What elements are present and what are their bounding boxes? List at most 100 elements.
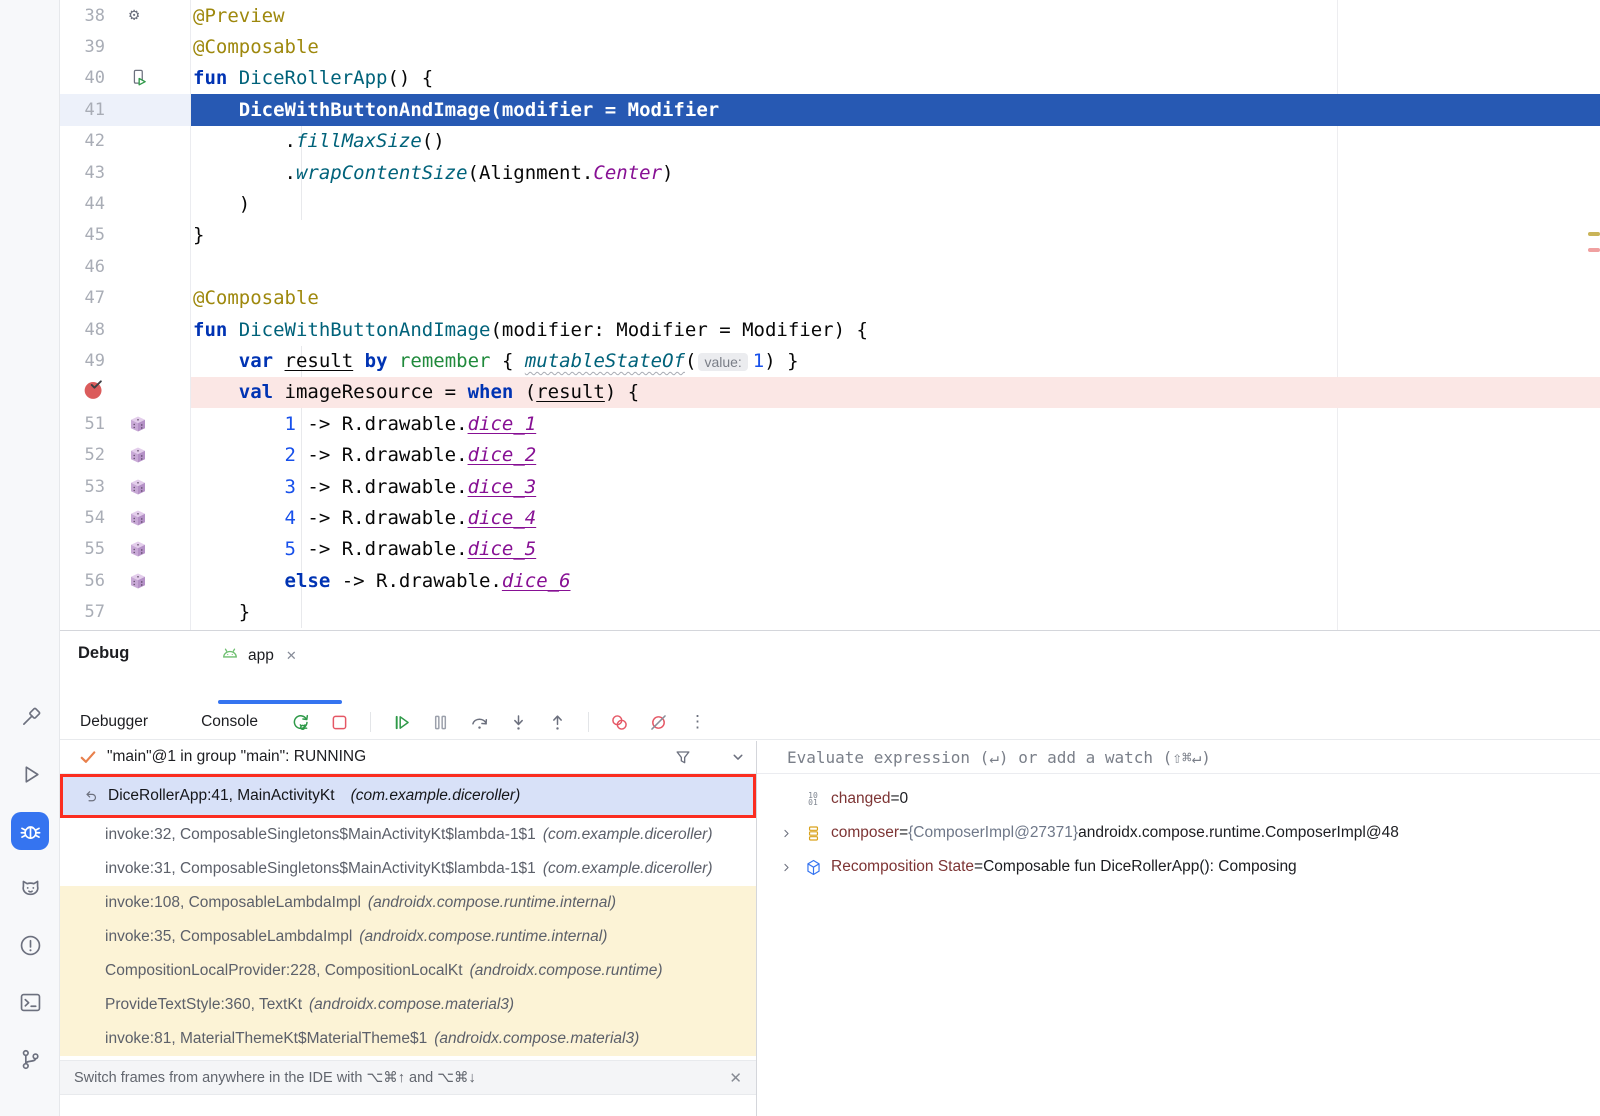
frame-label: DiceRollerApp:41, MainActivityKt [108,787,335,805]
code-text: @Preview [190,5,285,27]
view-breakpoints-icon[interactable] [609,712,630,733]
stack-frame[interactable]: invoke:31, ComposableSingletons$MainActi… [60,852,756,886]
stack-frame[interactable]: invoke:35, ComposableLambdaImpl(androidx… [60,920,756,954]
rerun-icon[interactable] [290,712,311,733]
thread-selector[interactable]: "main"@1 in group "main": RUNNING [60,741,756,774]
thread-status-text: "main"@1 in group "main": RUNNING [107,748,366,766]
code-line-43[interactable]: 43 .wrapContentSize(Alignment.Center) [60,157,1600,188]
step-into-icon[interactable] [508,712,529,733]
line-number[interactable]: 39 [60,37,105,57]
code-line-48[interactable]: 48fun DiceWithButtonAndImage(modifier: M… [60,314,1600,345]
dice-icon[interactable] [105,572,190,590]
stack-frame[interactable]: invoke:108, ComposableLambdaImpl(android… [60,886,756,920]
evaluate-expression-input[interactable]: Evaluate expression (↵) or add a watch (… [757,741,1600,774]
sidebar-item-debug[interactable] [11,812,49,850]
dice-icon[interactable] [105,446,190,464]
line-number[interactable]: 44 [60,194,105,214]
stack-frame-selected[interactable]: DiceRollerApp:41, MainActivityKt(com.exa… [60,774,756,818]
frame-label: invoke:31, ComposableSingletons$MainActi… [105,860,536,878]
line-number[interactable]: 48 [60,320,105,340]
code-line-54[interactable]: 54 4 -> R.drawable.dice_4 [60,502,1600,533]
dice-icon[interactable] [105,509,190,527]
line-number[interactable]: 49 [60,351,105,371]
line-number[interactable]: 46 [60,257,105,277]
tab-debugger[interactable]: Debugger [80,713,148,731]
dice-icon[interactable] [105,415,190,433]
code-line-57[interactable]: 57 } [60,596,1600,627]
close-tab-icon[interactable]: ✕ [282,648,297,664]
dice-icon[interactable] [105,540,190,558]
line-number[interactable]: 55 [60,539,105,559]
expand-chevron-icon[interactable] [779,826,795,841]
line-number[interactable]: 57 [60,602,105,622]
sidebar-item-terminal[interactable] [11,983,49,1021]
code-editor[interactable]: 38⚙@Preview39@Composable40fun DiceRoller… [60,0,1600,630]
variable-name: Recomposition State [831,858,974,876]
stack-frame[interactable]: CompositionLocalProvider:228, Compositio… [60,954,756,988]
variable-row[interactable]: Recomposition State = Composable fun Dic… [757,850,1600,884]
debug-tool-window: Debug app ✕ Debugger Console ⋮ "main"@1 … [60,630,1600,1116]
line-number[interactable]: 56 [60,571,105,591]
line-number[interactable]: 40 [60,68,105,88]
stack-frame[interactable]: ProvideTextStyle:360, TextKt(androidx.co… [60,988,756,1022]
variable-row[interactable]: 1001changed = 0 [757,782,1600,816]
resume-icon[interactable] [391,712,412,733]
stack-frame[interactable]: invoke:32, ComposableSingletons$MainActi… [60,818,756,852]
code-line-40[interactable]: 40fun DiceRollerApp() { [60,63,1600,94]
code-line-41[interactable]: 41 DiceWithButtonAndImage(modifier = Mod… [60,94,1600,125]
frame-package: (androidx.compose.material3) [309,996,514,1014]
stack-frame[interactable]: invoke:81, MaterialThemeKt$MaterialTheme… [60,1022,756,1056]
expand-chevron-icon[interactable] [779,860,795,875]
code-line-53[interactable]: 53 3 -> R.drawable.dice_3 [60,471,1600,502]
variable-row[interactable]: composer = {ComposerImpl@27371} androidx… [757,816,1600,850]
mute-breakpoints-icon[interactable] [648,712,669,733]
code-line-39[interactable]: 39@Composable [60,31,1600,62]
variable-value: Composable fun DiceRollerApp(): Composin… [983,858,1297,876]
line-number[interactable]: 52 [60,445,105,465]
code-line-46[interactable]: 46 [60,251,1600,282]
close-banner-icon[interactable]: ✕ [729,1069,742,1087]
code-line-55[interactable]: 55 5 -> R.drawable.dice_5 [60,534,1600,565]
sidebar-item-version-control[interactable] [11,1040,49,1078]
variable-value: androidx.compose.runtime.ComposerImpl@48 [1078,824,1399,842]
gear-icon[interactable]: ⚙ [105,7,190,24]
code-line-44[interactable]: 44 ) [60,188,1600,219]
code-line-52[interactable]: 52 2 -> R.drawable.dice_2 [60,439,1600,470]
code-line-42[interactable]: 42 .fillMaxSize() [60,126,1600,157]
stop-icon[interactable] [329,712,350,733]
breakpoint-icon[interactable] [60,379,105,406]
line-number[interactable]: 45 [60,225,105,245]
step-over-icon[interactable] [469,712,490,733]
pause-icon[interactable] [430,712,451,733]
tab-console[interactable]: Console [201,713,258,731]
error-stripe-mark[interactable] [1588,232,1600,236]
code-line-56[interactable]: 56 else -> R.drawable.dice_6 [60,565,1600,596]
step-out-icon[interactable] [547,712,568,733]
code-line-47[interactable]: 47@Composable [60,283,1600,314]
sidebar-item-problems[interactable] [11,926,49,964]
sidebar-item-run[interactable] [11,755,49,793]
line-number[interactable]: 54 [60,508,105,528]
debug-session-tab[interactable]: app ✕ [220,638,297,674]
line-number[interactable]: 51 [60,414,105,434]
line-number[interactable]: 47 [60,288,105,308]
code-line-45[interactable]: 45} [60,220,1600,251]
code-line-38[interactable]: 38⚙@Preview [60,0,1600,31]
dice-icon[interactable] [105,478,190,496]
current-frame-icon [82,788,99,805]
line-number[interactable]: 42 [60,131,105,151]
filter-icon[interactable] [673,747,693,767]
run-preview-icon[interactable] [105,68,190,88]
line-number[interactable]: 41 [60,100,105,120]
line-number[interactable]: 43 [60,163,105,183]
code-line-50[interactable]: val imageResource = when (result) { [60,377,1600,408]
sidebar-item-logcat[interactable] [11,869,49,907]
chevron-down-icon[interactable] [728,747,748,767]
line-number[interactable]: 53 [60,477,105,497]
line-number[interactable]: 38 [60,6,105,26]
error-stripe-mark[interactable] [1588,248,1600,252]
sidebar-item-build[interactable] [11,698,49,736]
code-line-49[interactable]: 49 var result by remember { mutableState… [60,345,1600,376]
more-icon[interactable]: ⋮ [687,712,708,733]
code-line-51[interactable]: 51 1 -> R.drawable.dice_1 [60,408,1600,439]
